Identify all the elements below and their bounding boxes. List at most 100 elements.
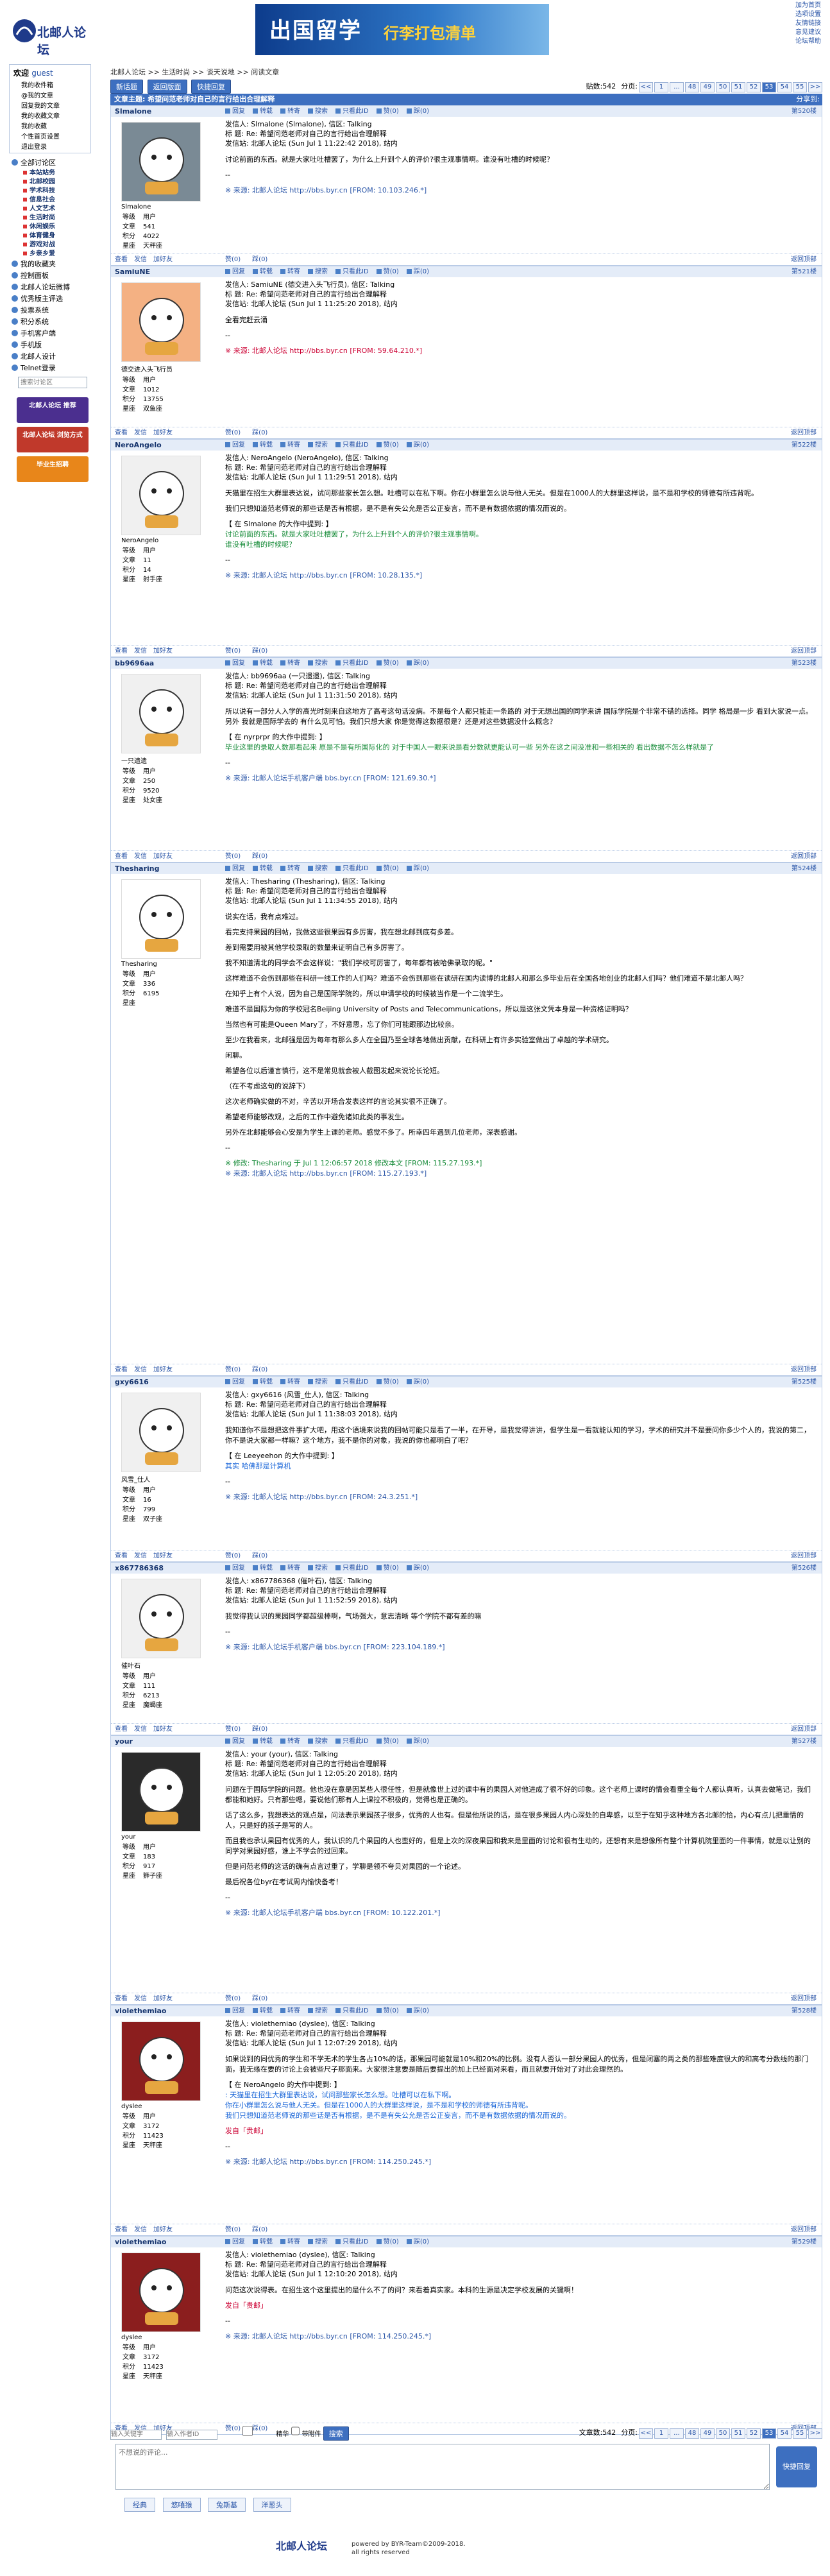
vote-0[interactable]: 赞(0) [225,1726,241,1733]
nav-subitem[interactable]: 生活时尚 [12,214,91,223]
action-2[interactable]: 转寄 [280,2007,300,2014]
action-4[interactable]: 只看此ID [335,108,369,115]
action-4[interactable]: 只看此ID [335,2238,369,2245]
action-3[interactable]: 搜索 [308,1378,328,1386]
nav-subitem[interactable]: 北邮校园 [12,178,91,187]
vote-1[interactable]: 踩(0) [252,1366,267,1373]
user-action-1[interactable]: 发信 [134,429,147,436]
nav-item[interactable]: 优秀版主评选 [12,293,91,305]
nav-item[interactable]: 北邮人设计 [12,351,91,363]
vote-0[interactable]: 赞(0) [225,853,241,860]
floor-number[interactable]: 第527楼 [792,1736,817,1747]
floor-number[interactable]: 第526楼 [792,1563,817,1574]
user-action-0[interactable]: 查看 [115,1552,128,1559]
author-id[interactable]: x867786368 [115,1563,164,1574]
action-6[interactable]: 踩(0) [407,108,429,115]
user-link[interactable]: 我的收藏 [10,122,90,132]
site-logo[interactable]: 北邮人论坛 [12,5,95,57]
avatar[interactable] [121,122,201,202]
avatar[interactable] [121,2022,201,2101]
page-link[interactable]: >> [808,2428,822,2439]
vote-0[interactable]: 赞(0) [225,1366,241,1373]
ad-banner[interactable]: 出国留学 行李打包清单 [255,4,549,55]
action-1[interactable]: 转载 [253,1565,273,1572]
action-5[interactable]: 赞(0) [377,2007,399,2014]
user-action-0[interactable]: 查看 [115,1726,128,1733]
action-2[interactable]: 转寄 [280,442,300,449]
user-action-0[interactable]: 查看 [115,853,128,860]
author-id[interactable]: bb9696aa [115,658,154,669]
action-6[interactable]: 踩(0) [407,865,429,872]
page-link[interactable]: 1 [654,2428,668,2439]
vote-1[interactable]: 踩(0) [252,1552,267,1559]
avatar[interactable] [121,1393,201,1472]
sidebar-ad-3[interactable]: 毕业生招聘 [17,456,89,482]
nav-item[interactable]: 北邮人论坛微博 [12,282,91,293]
user-action-0[interactable]: 查看 [115,256,128,263]
author-id[interactable]: SamiuNE [115,266,150,278]
page-link[interactable]: 51 [731,82,745,92]
nav-subitem[interactable]: 信息社会 [12,196,91,205]
action-0[interactable]: 回复 [225,442,245,449]
vote-1[interactable]: 踩(0) [252,429,267,436]
user-action-1[interactable]: 发信 [134,648,147,655]
action-6[interactable]: 踩(0) [407,1378,429,1386]
back-to-top-link[interactable]: 返回顶部 [791,254,817,266]
action-6[interactable]: 踩(0) [407,2007,429,2014]
floor-number[interactable]: 第523楼 [792,658,817,669]
back-board-button[interactable]: 返回版面 [147,80,187,94]
nav-item[interactable]: 全部讨论区 [12,157,91,169]
floor-number[interactable]: 第524楼 [792,863,817,875]
sidebar-ad-1[interactable]: 北邮人论坛 推荐 [17,397,89,423]
action-1[interactable]: 转载 [253,442,273,449]
action-6[interactable]: 踩(0) [407,268,429,275]
avatar[interactable] [121,1579,201,1658]
user-action-1[interactable]: 发信 [134,1366,147,1373]
user-action-1[interactable]: 发信 [134,256,147,263]
emo-tab[interactable]: 经典 [124,2498,155,2512]
avatar[interactable] [121,1752,201,1832]
action-1[interactable]: 转载 [253,1378,273,1386]
nav-subitem[interactable]: 人文艺术 [12,205,91,214]
page-link[interactable]: 51 [731,2428,745,2439]
nav-item[interactable]: 我的收藏夹 [12,259,91,270]
action-6[interactable]: 踩(0) [407,2238,429,2245]
user-link[interactable]: 我的收藏文章 [10,112,90,122]
action-0[interactable]: 回复 [225,108,245,115]
action-0[interactable]: 回复 [225,2238,245,2245]
action-0[interactable]: 回复 [225,660,245,667]
action-3[interactable]: 搜索 [308,2007,328,2014]
user-action-2[interactable]: 加好友 [153,256,173,263]
user-action-2[interactable]: 加好友 [153,1995,173,2002]
action-4[interactable]: 只看此ID [335,442,369,449]
author-id[interactable]: Slmalone [115,106,151,117]
action-3[interactable]: 搜索 [308,268,328,275]
action-1[interactable]: 转载 [253,2238,273,2245]
vote-0[interactable]: 赞(0) [225,429,241,436]
sidebar-ad-2[interactable]: 北邮人论坛 浏览方式 [17,427,89,452]
page-link[interactable]: >> [808,82,822,92]
user-action-0[interactable]: 查看 [115,1366,128,1373]
action-4[interactable]: 只看此ID [335,1738,369,1745]
action-2[interactable]: 转寄 [280,1738,300,1745]
action-4[interactable]: 只看此ID [335,268,369,275]
action-3[interactable]: 搜索 [308,108,328,115]
top-link[interactable]: 选项设置 [795,10,821,19]
search-button[interactable]: 搜索 [323,2426,349,2441]
author-id[interactable]: violethemiao [115,2237,167,2248]
user-action-1[interactable]: 发信 [134,1995,147,2002]
vote-1[interactable]: 踩(0) [252,2226,267,2233]
action-5[interactable]: 赞(0) [377,1378,399,1386]
floor-number[interactable]: 第522楼 [792,440,817,451]
action-1[interactable]: 转载 [253,268,273,275]
action-5[interactable]: 赞(0) [377,108,399,115]
action-2[interactable]: 转寄 [280,1565,300,1572]
page-link[interactable]: << [639,2428,653,2439]
page-link[interactable]: ... [670,82,684,92]
vote-0[interactable]: 赞(0) [225,1552,241,1559]
action-5[interactable]: 赞(0) [377,442,399,449]
action-6[interactable]: 踩(0) [407,1738,429,1745]
nav-item[interactable]: 手机版 [12,339,91,351]
action-3[interactable]: 搜索 [308,1565,328,1572]
page-link[interactable]: 1 [654,82,668,92]
